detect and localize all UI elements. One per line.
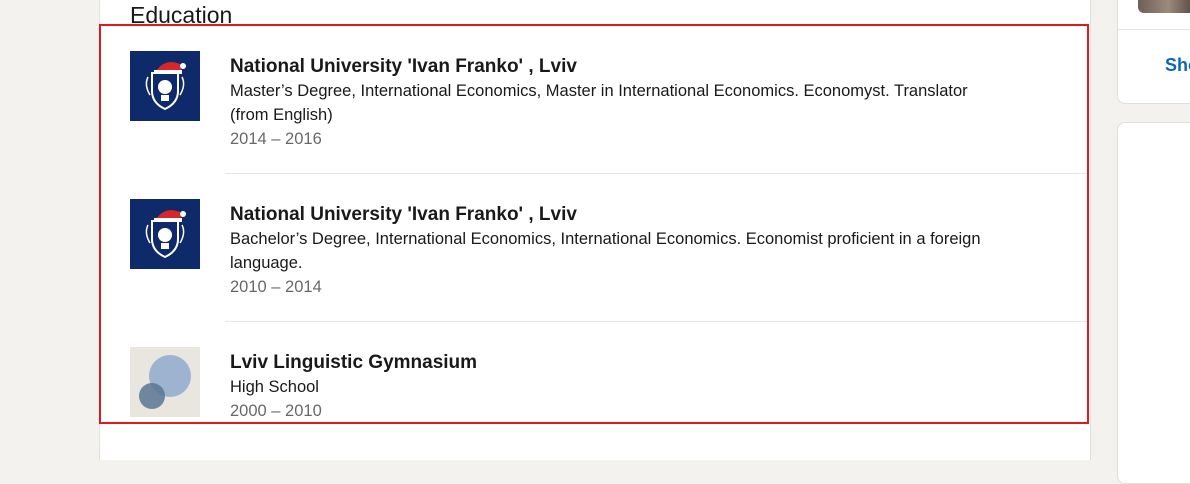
divider (1118, 29, 1190, 30)
show-more-link[interactable]: Sho (1165, 55, 1190, 76)
thumbnail-image[interactable] (1138, 0, 1190, 13)
sidebar-card (1117, 122, 1190, 484)
highlight-box (99, 24, 1089, 424)
sidebar-card: Sho (1117, 0, 1190, 104)
